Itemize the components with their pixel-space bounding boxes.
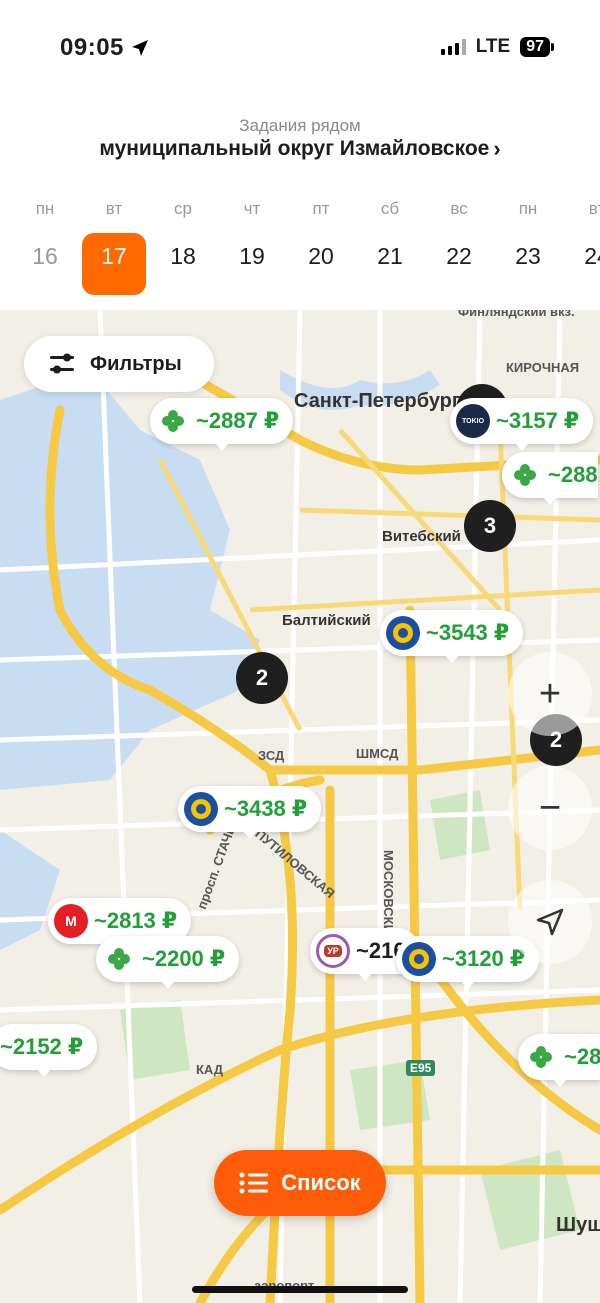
pin-price: ~3543 ₽ [426, 620, 510, 645]
day-number: 20 [308, 243, 334, 269]
day-number: 23 [515, 243, 541, 269]
pin-price: ~3120 ₽ [442, 946, 526, 971]
pin-price: ~2813 ₽ [94, 908, 178, 933]
calendar-day[interactable]: ср 18 [151, 196, 215, 295]
status-time: 09:05 [60, 34, 150, 62]
task-pin[interactable]: ~28 [518, 1034, 600, 1087]
navigation-arrow-icon [536, 908, 564, 936]
chevron-right-icon: › [493, 136, 501, 161]
pin-price: ~3438 ₽ [224, 796, 308, 821]
task-pin[interactable]: ~3438 ₽ [178, 786, 322, 839]
weekday-label: вс [450, 199, 468, 218]
clover-icon [156, 404, 190, 438]
day-number: 21 [377, 243, 403, 269]
zoom-in-button[interactable]: + [508, 652, 592, 736]
weekday-label: сб [380, 199, 400, 218]
task-pin[interactable]: ~3543 ₽ [380, 610, 524, 663]
task-pin[interactable]: ~2887 ₽ [150, 398, 294, 451]
day-number: 19 [239, 243, 265, 269]
filters-label: Фильтры [90, 352, 182, 375]
list-icon [239, 1172, 269, 1194]
map-label-shush: Шуш [556, 1214, 600, 1236]
calendar-day[interactable]: пт 20 [289, 196, 353, 295]
map-cluster[interactable]: 3 [464, 500, 516, 552]
network-type: LTE [475, 36, 511, 57]
sun-logo [184, 792, 218, 826]
weekday-label: пн [35, 199, 55, 218]
day-number: 18 [170, 243, 196, 269]
map-view[interactable]: Финляндский вкз. КИРОЧНАЯ Санкт-Петербур… [0, 310, 600, 1303]
day-number: 17 [82, 233, 146, 295]
weekday-label: чт [243, 199, 261, 218]
calendar-day[interactable]: вс 22 [427, 196, 491, 295]
map-label-kirochnaya: КИРОЧНАЯ [506, 360, 580, 375]
weekday-label: вт [588, 199, 600, 218]
weekday-label: ср [174, 199, 192, 218]
calendar-day[interactable]: вт 24 [565, 196, 600, 295]
calendar-day[interactable]: пн 16 [13, 196, 77, 295]
list-view-button[interactable]: Список [214, 1150, 386, 1216]
header-subtitle: Задания рядом [239, 116, 361, 135]
task-pin[interactable]: ~288 [502, 452, 598, 505]
signal-icon [440, 39, 466, 55]
date-strip: пн 16 вт 17 ср 18 чт 19 пт 20 сб 21 вс 22 пн 23 вт 24 [0, 196, 600, 306]
map-label-finlyandsky: Финляндский вкз. [458, 310, 575, 319]
task-pin[interactable]: ~2152 ₽ [0, 1024, 98, 1077]
zoom-out-button[interactable]: − [508, 766, 592, 850]
map-label-baltiysky: Балтийский [282, 612, 371, 629]
task-pin[interactable]: ~2200 ₽ [96, 936, 240, 989]
day-number: 16 [32, 243, 58, 269]
calendar-day[interactable]: пн 23 [496, 196, 560, 295]
calendar-day[interactable]: сб 21 [358, 196, 422, 295]
map-label-zsd: ЗСД [258, 748, 285, 763]
calendar-day[interactable]: вт 17 [82, 196, 146, 295]
map-label-spb: Санкт-Петербург [294, 390, 461, 412]
locate-me-button[interactable] [508, 880, 592, 964]
pin-price: ~28 [564, 1044, 600, 1069]
map-label-vitebsky: Витебский [382, 528, 461, 545]
filters-button[interactable]: Фильтры [24, 336, 214, 392]
ur-logo: УР [316, 934, 350, 968]
map-label-shmsd: ШМСД [356, 746, 399, 761]
map-label-e95: Е95 [406, 1060, 436, 1076]
pin-price: ~2887 ₽ [196, 408, 280, 433]
pin-price: ~2152 ₽ [0, 1034, 84, 1059]
clover-icon [524, 1040, 558, 1074]
magnit-logo: M [54, 904, 88, 938]
weekday-label: пт [312, 199, 330, 218]
pin-price: ~288 [548, 462, 598, 487]
calendar-day[interactable]: чт 19 [220, 196, 284, 295]
location-name: муниципальный округ Измайловское [99, 137, 490, 160]
sun-logo [386, 616, 420, 650]
clover-icon [102, 942, 136, 976]
map-cluster[interactable]: 2 [236, 652, 288, 704]
home-indicator [192, 1286, 408, 1293]
status-indicators: LTE 97 [440, 36, 554, 58]
map-label-kad: КАД [196, 1062, 224, 1077]
location-arrow-icon [131, 40, 148, 56]
task-pin[interactable]: TOKIO ~3157 ₽ [450, 398, 594, 451]
battery-indicator: 97 [520, 37, 554, 57]
sliders-icon [50, 353, 74, 374]
pin-price: ~2200 ₽ [142, 946, 226, 971]
clock-text: 09:05 [60, 34, 124, 61]
weekday-label: пн [518, 199, 538, 218]
weekday-label: вт [105, 199, 123, 218]
list-button-label: Список [281, 1170, 361, 1195]
pin-price: ~3157 ₽ [496, 408, 580, 433]
tokio-city-logo: TOKIO [456, 404, 490, 438]
location-selector[interactable]: муниципальный округ Измайловское › [0, 136, 600, 162]
clover-icon [508, 458, 542, 492]
day-number: 24 [584, 243, 600, 269]
sun-logo [402, 942, 436, 976]
day-number: 22 [446, 243, 472, 269]
